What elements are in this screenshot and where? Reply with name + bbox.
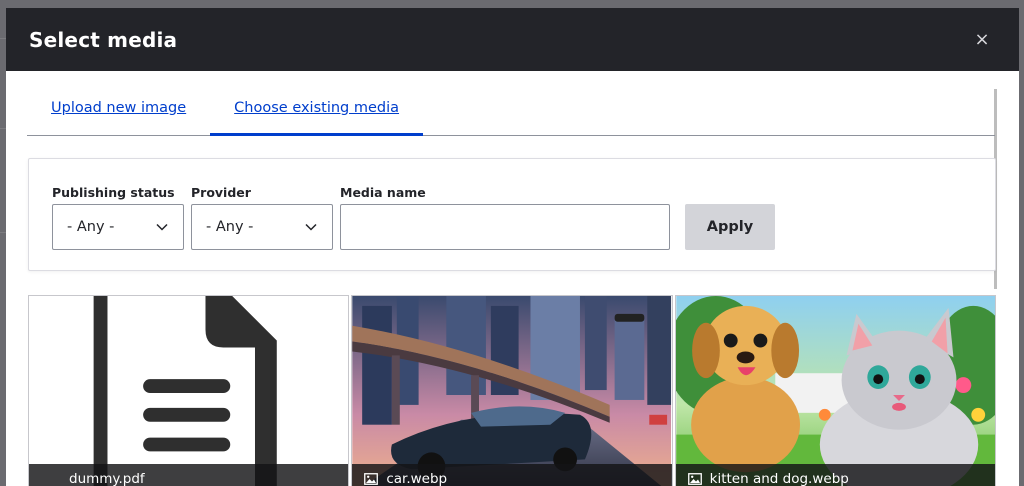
- dialog-header: Select media ×: [6, 8, 1019, 71]
- media-caption: car.webp: [352, 464, 672, 486]
- tab-choose-existing-media[interactable]: Choose existing media: [210, 89, 424, 136]
- publishing-status-field: Publishing status - Any -: [52, 185, 184, 250]
- media-grid: dummy.pdf car.webp kitten and dog.webp: [28, 295, 996, 486]
- close-icon: ×: [974, 28, 990, 50]
- car-thumbnail-image: [352, 296, 672, 486]
- media-item-name: dummy.pdf: [69, 471, 145, 486]
- media-item-name: kitten and dog.webp: [709, 471, 849, 486]
- kitten-and-dog-thumbnail-image: [675, 296, 995, 486]
- dialog-body: Upload new image Choose existing media P…: [6, 71, 1019, 486]
- media-name-field: Media name: [340, 185, 670, 250]
- media-name-label: Media name: [340, 185, 426, 200]
- select-media-dialog: Select media × Upload new image Choose e…: [6, 8, 1019, 486]
- document-icon: [29, 296, 349, 486]
- dialog-title: Select media: [29, 27, 178, 52]
- close-button[interactable]: ×: [969, 27, 995, 53]
- provider-field: Provider - Any -: [191, 185, 333, 250]
- media-caption: kitten and dog.webp: [675, 464, 995, 486]
- media-item-kitten-and-dog-webp[interactable]: kitten and dog.webp: [674, 295, 996, 486]
- filter-form: Publishing status - Any - Provider - Any…: [28, 158, 996, 271]
- image-icon: [364, 473, 379, 485]
- media-caption: dummy.pdf: [29, 464, 349, 486]
- provider-label: Provider: [191, 185, 251, 200]
- chevron-down-icon: [305, 223, 317, 231]
- media-tabs: Upload new image Choose existing media: [27, 89, 995, 136]
- media-item-car-webp[interactable]: car.webp: [351, 295, 673, 486]
- image-icon: [687, 473, 702, 485]
- media-name-input[interactable]: [340, 204, 670, 250]
- provider-value: - Any -: [206, 219, 254, 235]
- apply-button[interactable]: Apply: [685, 204, 775, 250]
- publishing-status-label: Publishing status: [52, 185, 175, 200]
- media-item-name: car.webp: [386, 471, 448, 486]
- media-item-dummy-pdf[interactable]: dummy.pdf: [28, 295, 350, 486]
- tab-upload-new-image[interactable]: Upload new image: [27, 89, 210, 135]
- provider-select[interactable]: - Any -: [191, 204, 333, 250]
- chevron-down-icon: [156, 223, 168, 231]
- publishing-status-select[interactable]: - Any -: [52, 204, 184, 250]
- publishing-status-value: - Any -: [67, 219, 115, 235]
